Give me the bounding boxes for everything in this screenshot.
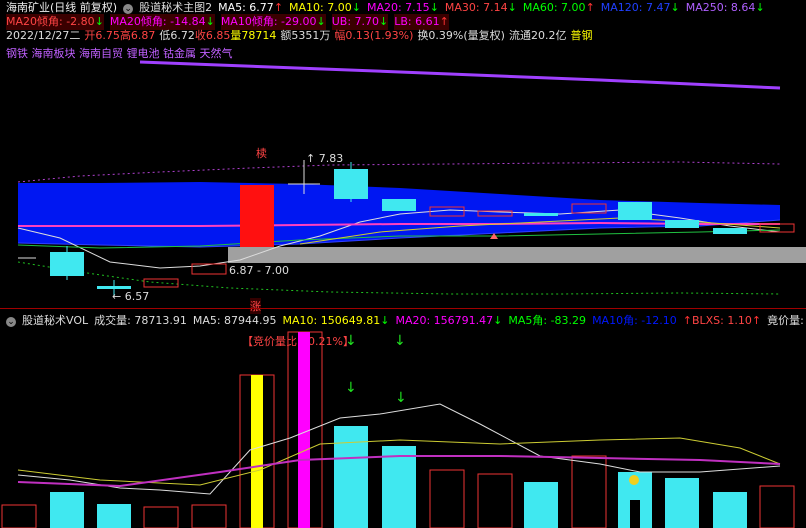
vol-bar — [298, 332, 310, 528]
buy-arrow: ↓ — [345, 333, 357, 349]
vol-bar — [524, 482, 558, 528]
vol-bar — [382, 446, 416, 528]
volume-chart: ↓ ↓ ↓ ↓ — [1, 331, 795, 528]
vol-bar — [429, 469, 465, 528]
vol-bar — [759, 485, 795, 528]
vol-bar — [665, 478, 699, 528]
vol-bar — [191, 504, 227, 528]
vol-bar — [334, 426, 368, 528]
vol-bar — [571, 455, 607, 528]
buy-arrow: ↓ — [345, 380, 357, 396]
vol-bar — [251, 375, 263, 528]
vol-bar — [713, 492, 747, 528]
vol-bar — [50, 492, 84, 528]
vol-bar-inner — [630, 500, 640, 528]
buy-arrow: ↓ — [395, 390, 407, 406]
signal-dot — [629, 475, 639, 485]
vol-bar — [1, 504, 37, 528]
vol-bar — [477, 473, 513, 528]
vol-bar — [97, 504, 131, 528]
vol-bar — [143, 506, 179, 528]
buy-arrow: ↓ — [394, 333, 406, 349]
scroll-handle[interactable] — [800, 0, 806, 528]
